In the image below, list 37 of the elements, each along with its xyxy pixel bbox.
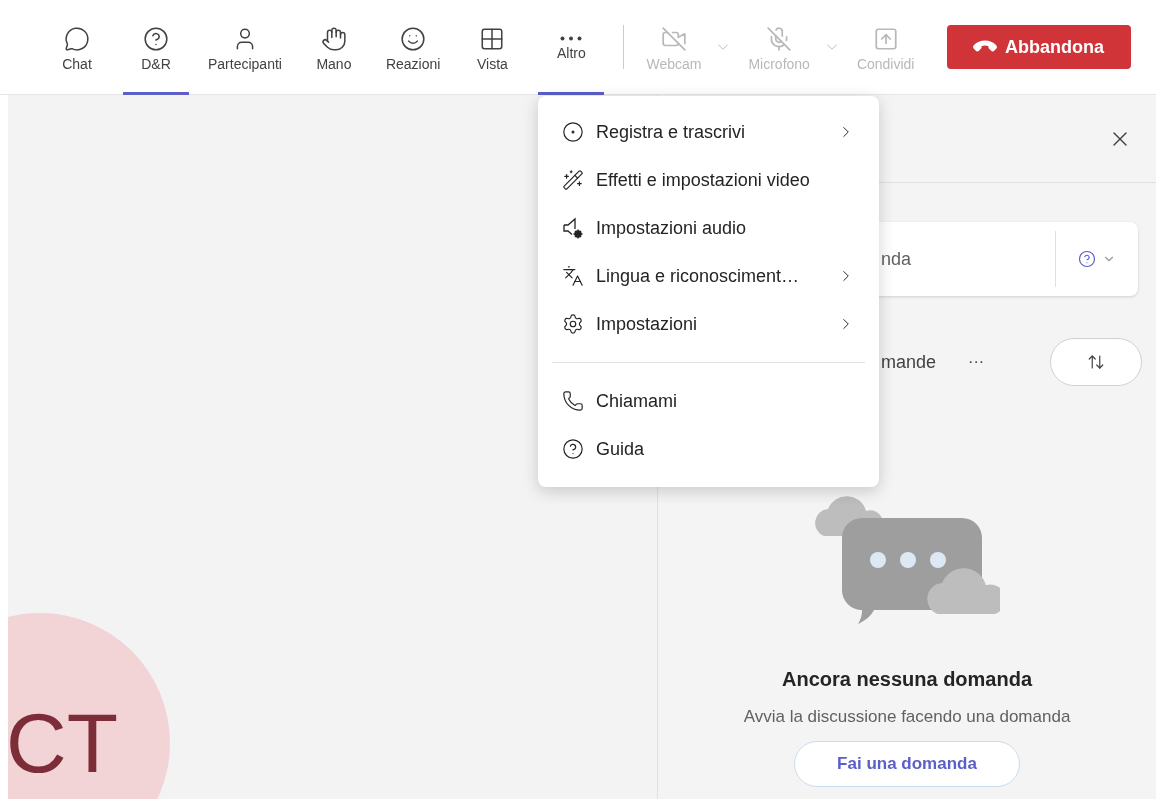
toolbar-button[interactable]: Partecipanti <box>202 0 288 95</box>
speaker-gear-icon <box>562 217 584 239</box>
more-icon <box>560 36 583 41</box>
sort-button[interactable] <box>1050 338 1142 386</box>
toolbar-button[interactable]: Mano <box>300 0 367 95</box>
smiley-icon <box>400 25 427 52</box>
avatar-initials: CT <box>8 701 118 785</box>
hand-icon <box>320 25 347 52</box>
empty-state-text: Avvia la discussione facendo una domanda <box>743 707 1071 727</box>
menu-item[interactable]: Registra e trascrivi <box>538 108 879 156</box>
phone-icon <box>562 390 584 412</box>
record-icon <box>562 121 584 143</box>
toolbar-button[interactable]: Vista <box>459 0 526 95</box>
share-icon <box>872 25 899 52</box>
leave-button[interactable]: Abbandona <box>947 25 1132 69</box>
microphone-off-icon <box>766 25 793 52</box>
help-icon <box>562 438 584 460</box>
ask-question-button[interactable]: Fai una domanda <box>794 741 1020 787</box>
empty-state-title: Ancora nessuna domanda <box>781 668 1033 691</box>
camera-off-icon <box>660 25 687 52</box>
toolbar-button[interactable]: Reazioni <box>379 0 447 95</box>
grid-icon <box>479 25 506 52</box>
menu-item[interactable]: Effetti e impostazioni video <box>538 156 879 204</box>
toolbar-button[interactable]: Chat <box>44 0 110 95</box>
menu-item[interactable]: Impostazioni <box>538 300 879 348</box>
input-placeholder: nda <box>880 248 913 270</box>
menu-item[interactable]: Chiamami <box>538 377 879 425</box>
help-icon <box>1078 250 1096 268</box>
language-icon <box>562 265 584 287</box>
chat-bubble-icon <box>64 25 90 52</box>
sort-arrows-icon <box>1087 353 1105 371</box>
filter-label: mande <box>881 351 937 373</box>
more-button[interactable]: ··· <box>962 352 991 372</box>
magic-wand-icon <box>562 169 584 191</box>
settings-icon <box>562 313 584 335</box>
help-icon <box>143 25 169 52</box>
menu-item[interactable]: Guida <box>538 425 879 473</box>
